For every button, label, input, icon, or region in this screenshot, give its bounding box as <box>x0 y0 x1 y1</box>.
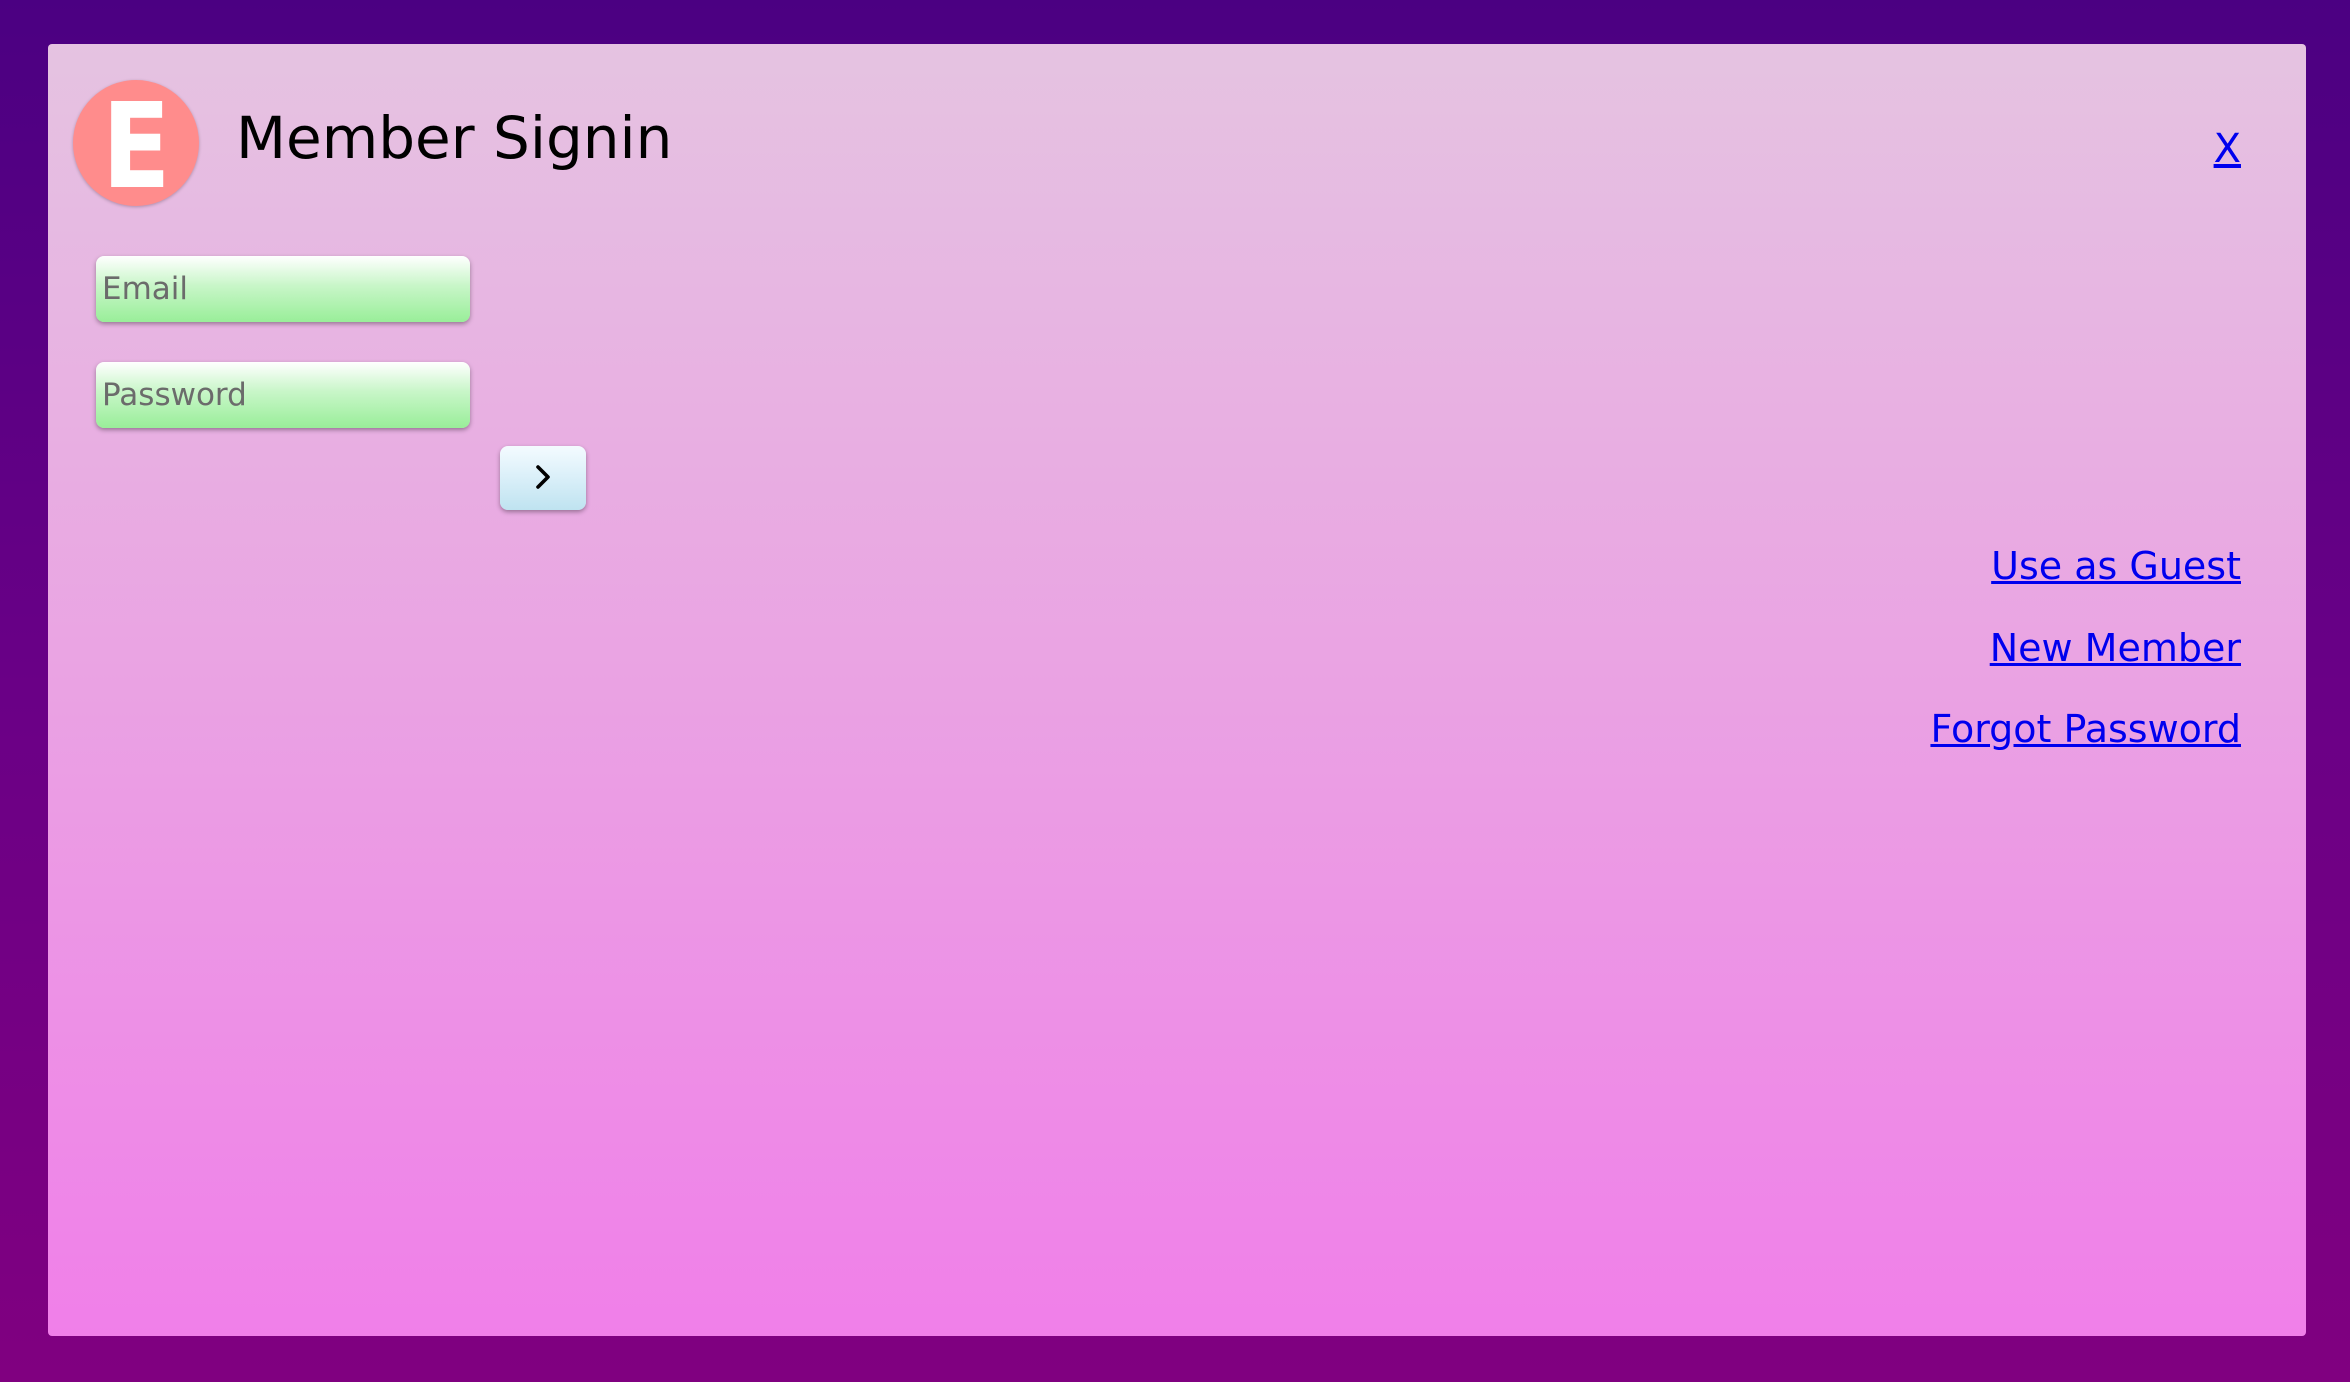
logo-badge: E <box>73 80 199 206</box>
password-field[interactable] <box>96 362 470 428</box>
use-as-guest-link[interactable]: Use as Guest <box>1930 544 2241 590</box>
logo-letter: E <box>101 77 171 215</box>
forgot-password-link[interactable]: Forgot Password <box>1930 707 2241 753</box>
new-member-link[interactable]: New Member <box>1930 626 2241 672</box>
submit-button[interactable] <box>500 446 586 510</box>
auth-links: Use as Guest New Member Forgot Password <box>1930 544 2241 789</box>
close-link[interactable]: X <box>2214 126 2241 172</box>
signin-dialog: E Member Signin X Use as Guest New Membe… <box>48 44 2306 1336</box>
dialog-title: Member Signin <box>236 104 673 172</box>
email-field[interactable] <box>96 256 470 322</box>
chevron-right-icon <box>532 462 554 495</box>
